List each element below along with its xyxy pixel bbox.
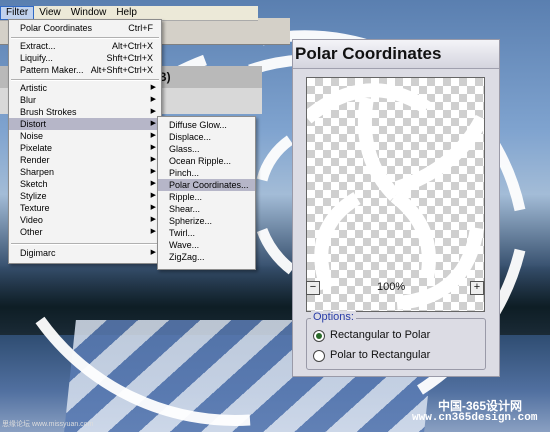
submenu-item-wave[interactable]: Wave... <box>158 239 255 251</box>
menu-item-distort[interactable]: Distort ▶ <box>9 118 161 130</box>
menu-view[interactable]: View <box>34 6 66 20</box>
options-group <box>306 318 486 370</box>
menu-item-brush-strokes[interactable]: Brush Strokes ▶ <box>9 106 161 118</box>
submenu-arrow-icon: ▶ <box>150 156 156 163</box>
menu-window[interactable]: Window <box>66 6 112 20</box>
menu-item-last-filter[interactable]: Polar Coordinates Ctrl+F <box>9 22 161 34</box>
options-label: Options: <box>311 311 356 323</box>
submenu-item-diffuse-glow[interactable]: Diffuse Glow... <box>158 119 255 131</box>
menu-help[interactable]: Help <box>111 6 142 20</box>
submenu-item-glass[interactable]: Glass... <box>158 143 255 155</box>
menu-item-extract[interactable]: Extract... Alt+Ctrl+X <box>9 40 161 52</box>
radio-rectangular-to-polar[interactable] <box>313 330 325 342</box>
preview-swirl <box>307 83 484 310</box>
option-label-polar-to-rectangular[interactable]: Polar to Rectangular <box>330 349 430 361</box>
submenu-arrow-icon: ▶ <box>150 144 156 151</box>
submenu-arrow-icon: ▶ <box>150 192 156 199</box>
option-label-rectangular-to-polar[interactable]: Rectangular to Polar <box>330 329 430 341</box>
menu-item-artistic[interactable]: Artistic ▶ <box>9 82 161 94</box>
radio-polar-to-rectangular[interactable] <box>313 350 325 362</box>
filter-menu: Polar Coordinates Ctrl+F Extract... Alt+Ct… <box>8 19 162 264</box>
menu-separator <box>11 37 159 39</box>
menu-filter[interactable]: Filter <box>0 6 35 20</box>
submenu-item-twirl[interactable]: Twirl... <box>158 227 255 239</box>
menu-item-texture[interactable]: Texture ▶ <box>9 202 161 214</box>
submenu-arrow-icon: ▶ <box>150 180 156 187</box>
zoom-level: 100% <box>377 281 406 293</box>
menu-item-sharpen[interactable]: Sharpen ▶ <box>9 166 161 178</box>
submenu-arrow-icon: ▶ <box>150 132 156 139</box>
submenu-item-spherize[interactable]: Spherize... <box>158 215 255 227</box>
watermark-corner: 思缘论坛 www.missyuan.com <box>2 421 94 428</box>
filter-preview[interactable] <box>306 77 485 312</box>
menu-separator <box>11 79 159 81</box>
zoom-out-button[interactable]: − <box>306 281 320 295</box>
menu-item-pattern-maker[interactable]: Pattern Maker... Alt+Shft+Ctrl+X <box>9 64 161 76</box>
menu-item-blur[interactable]: Blur ▶ <box>9 94 161 106</box>
submenu-item-ocean-ripple[interactable]: Ocean Ripple... <box>158 155 255 167</box>
submenu-arrow-icon: ▶ <box>150 96 156 103</box>
menu-item-render[interactable]: Render ▶ <box>9 154 161 166</box>
menu-item-other[interactable]: Other ▶ <box>9 226 161 238</box>
submenu-arrow-icon: ▶ <box>150 228 156 235</box>
submenu-arrow-icon: ▶ <box>150 120 156 127</box>
submenu-item-ripple[interactable]: Ripple... <box>158 191 255 203</box>
submenu-item-pinch[interactable]: Pinch... <box>158 167 255 179</box>
menu-item-sketch[interactable]: Sketch ▶ <box>9 178 161 190</box>
menu-item-digimarc[interactable]: Digimarc ▶ <box>9 247 161 259</box>
menu-item-liquify[interactable]: Liquify... Shft+Ctrl+X <box>9 52 161 64</box>
submenu-item-shear[interactable]: Shear... <box>158 203 255 215</box>
submenu-arrow-icon: ▶ <box>150 84 156 91</box>
submenu-arrow-icon: ▶ <box>150 168 156 175</box>
polar-coordinates-dialog: Polar Coordinates − 100% + Options: Rect… <box>292 39 500 377</box>
menu-item-video[interactable]: Video ▶ <box>9 214 161 226</box>
submenu-item-zigzag[interactable]: ZigZag... <box>158 251 255 263</box>
submenu-arrow-icon: ▶ <box>150 249 156 256</box>
menu-item-noise[interactable]: Noise ▶ <box>9 130 161 142</box>
distort-submenu: Diffuse Glow... Displace... Glass... Oce… <box>157 116 256 270</box>
submenu-arrow-icon: ▶ <box>150 216 156 223</box>
submenu-arrow-icon: ▶ <box>150 108 156 115</box>
menu-item-pixelate[interactable]: Pixelate ▶ <box>9 142 161 154</box>
submenu-item-polar-coordinates[interactable]: Polar Coordinates... <box>158 179 255 191</box>
menu-item-stylize[interactable]: Stylize ▶ <box>9 190 161 202</box>
submenu-arrow-icon: ▶ <box>150 204 156 211</box>
zoom-in-button[interactable]: + <box>470 281 484 295</box>
dialog-title: Polar Coordinates <box>295 44 442 63</box>
menu-separator <box>11 243 159 245</box>
submenu-item-displace[interactable]: Displace... <box>158 131 255 143</box>
watermark-url: www.cn365design.com <box>412 412 538 424</box>
